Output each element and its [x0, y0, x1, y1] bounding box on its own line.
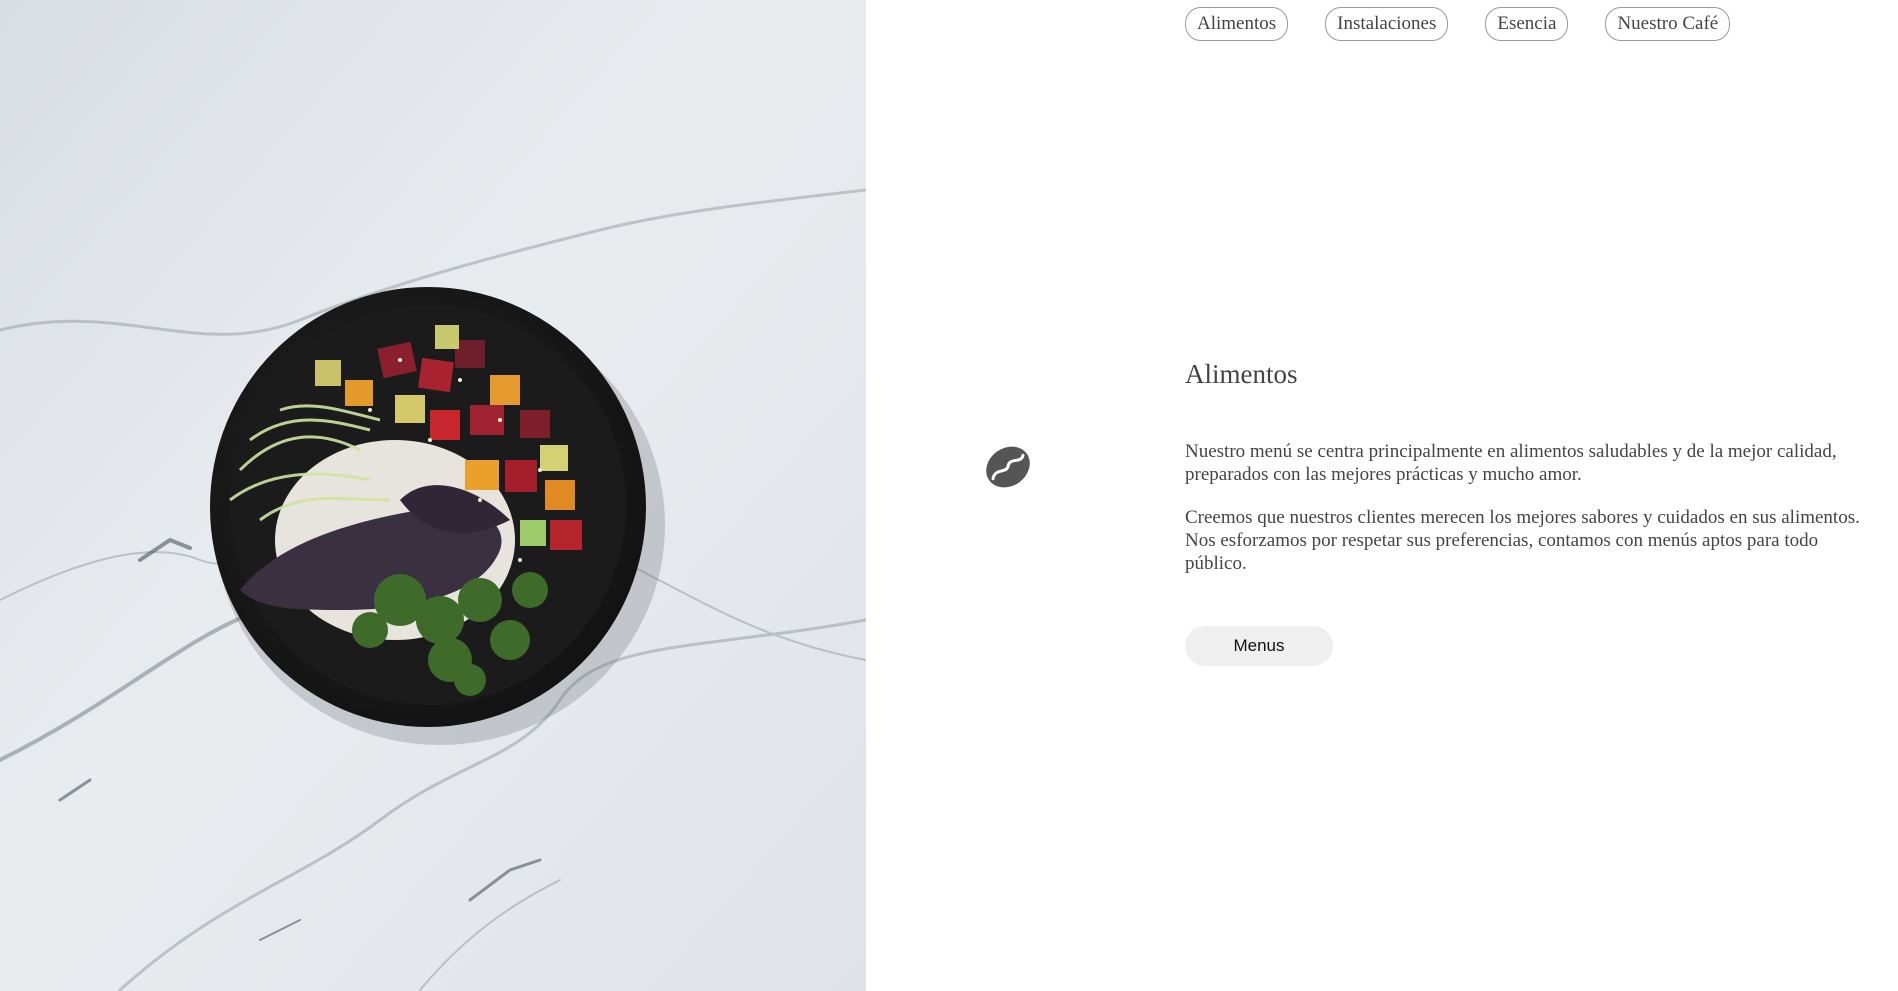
section-paragraph-2: Creemos que nuestros clientes merecen lo… [1185, 506, 1860, 574]
menus-button[interactable]: Menus [1185, 625, 1333, 666]
section-paragraph-1: Nuestro menú se centra principalmente en… [1185, 440, 1837, 485]
alimentos-section: Alimentos Nuestro menú se centra princip… [1185, 358, 1875, 666]
nav-item-alimentos[interactable]: Alimentos [1185, 7, 1289, 41]
hero-image [0, 0, 866, 991]
section-title: Alimentos [1185, 359, 1298, 389]
nav-item-esencia[interactable]: Esencia [1485, 7, 1569, 41]
nav-item-instalaciones[interactable]: Instalaciones [1325, 7, 1449, 41]
nav-item-nuestro-cafe[interactable]: Nuestro Café [1605, 7, 1731, 41]
top-nav: Alimentos Instalaciones Esencia Nuestro … [1185, 7, 1731, 41]
coffee-bean-icon [985, 444, 1031, 490]
poke-bowl-photo [0, 0, 866, 991]
